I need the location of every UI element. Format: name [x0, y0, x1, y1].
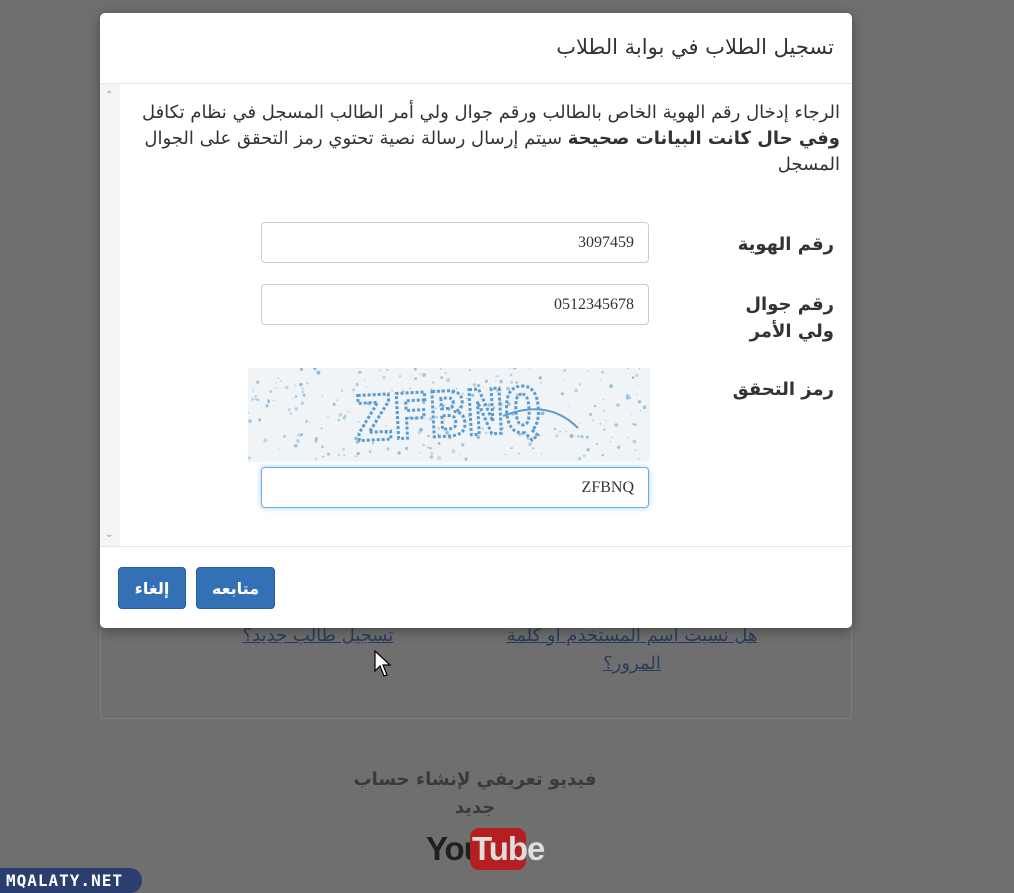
mouse-cursor-icon: [374, 650, 392, 677]
youtube-logo-tube: Tube: [472, 830, 545, 867]
scroll-up-icon[interactable]: ⌃: [105, 90, 113, 101]
site-watermark: MQALATY.NET: [0, 868, 142, 893]
modal-footer: إلغاء متابعه: [100, 547, 852, 628]
id-number-input[interactable]: [261, 222, 649, 263]
guardian-phone-input[interactable]: [261, 284, 649, 325]
forgot-password-link[interactable]: هل نسيت اسم المستخدم او كلمة المرور؟: [492, 622, 772, 678]
captcha-label: رمز التحقق: [732, 379, 834, 400]
instructions-bold: وفي حال كانت البيانات صحيحة: [567, 128, 840, 149]
continue-button[interactable]: متابعه: [196, 567, 275, 609]
guardian-phone-label: رقم جوال ولي الأمر: [745, 294, 834, 342]
modal-title: تسجيل الطلاب في بوابة الطلاب: [556, 35, 834, 59]
captcha-input[interactable]: [261, 467, 649, 508]
captcha-image: ZFBNQ: [248, 368, 650, 462]
student-registration-modal: تسجيل الطلاب في بوابة الطلاب ⌃ ⌄ الرجاء …: [100, 13, 852, 628]
captcha-characters: ZFBNQ: [353, 373, 543, 456]
instructions-text: الرجاء إدخال رقم الهوية الخاص بالطالب ور…: [130, 100, 840, 178]
modal-header: تسجيل الطلاب في بوابة الطلاب: [100, 13, 852, 84]
scroll-down-icon[interactable]: ⌄: [105, 529, 113, 540]
modal-body: ⌃ ⌄ الرجاء إدخال رقم الهوية الخاص بالطال…: [100, 84, 852, 547]
cancel-button[interactable]: إلغاء: [118, 567, 186, 609]
modal-scrollbar[interactable]: ⌃ ⌄: [100, 84, 120, 546]
instructions-part1: الرجاء إدخال رقم الهوية الخاص بالطالب ور…: [141, 102, 840, 123]
youtube-logo[interactable]: You Tube: [424, 826, 545, 872]
id-number-label: رقم الهوية: [737, 234, 834, 255]
intro-video-caption[interactable]: فيديو تعريفي لإنشاء حساب جديد: [340, 766, 610, 822]
